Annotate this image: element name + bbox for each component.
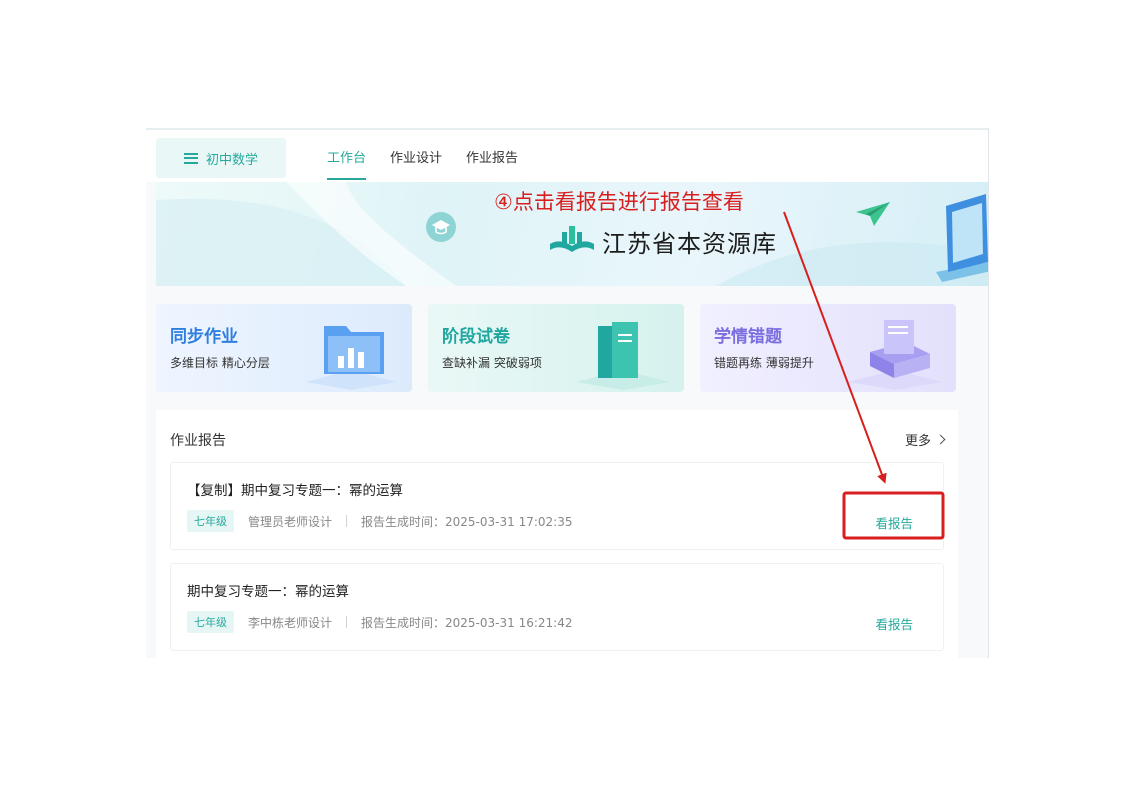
annotation-arrow [783, 211, 887, 484]
annotation-overlay [783, 211, 945, 540]
annotation-highlight-box [842, 491, 945, 540]
